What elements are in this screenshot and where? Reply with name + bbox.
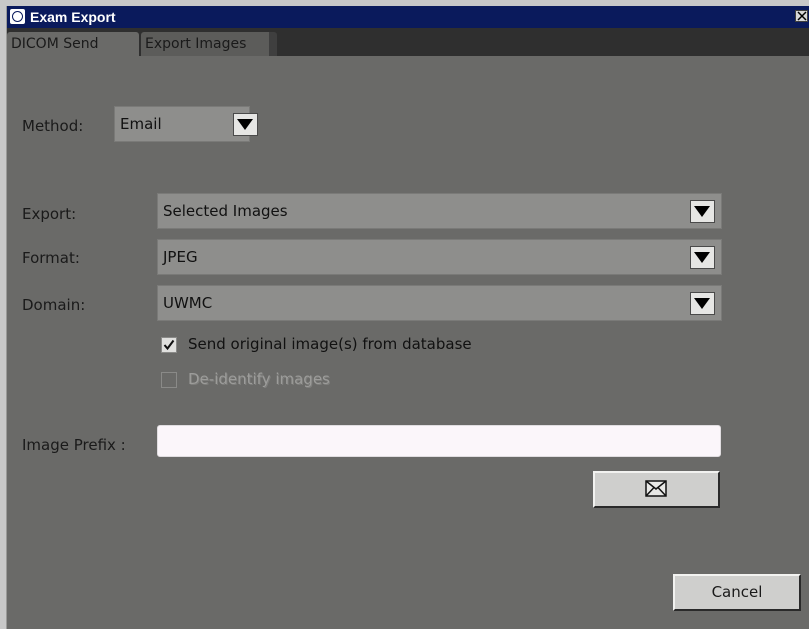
export-value: Selected Images — [163, 202, 288, 220]
dicom-send-panel: Method: Email Export: Selected Images Fo… — [7, 56, 809, 629]
chevron-down-icon — [694, 298, 710, 309]
format-dropdown-arrow[interactable] — [690, 246, 715, 269]
method-label: Method: — [22, 117, 84, 135]
exam-export-window: Exam Export DICOM Send Export Images Met… — [6, 6, 809, 629]
close-button[interactable] — [795, 10, 808, 22]
format-value: JPEG — [163, 248, 198, 266]
export-dropdown-arrow[interactable] — [690, 200, 715, 223]
tab-bar: DICOM Send Export Images — [7, 28, 809, 56]
close-icon — [797, 11, 807, 21]
chevron-down-icon — [694, 206, 710, 217]
deidentify-checkbox — [161, 372, 177, 388]
chevron-down-icon — [237, 119, 253, 130]
format-label: Format: — [22, 249, 80, 267]
cancel-button[interactable]: Cancel — [673, 574, 801, 611]
envelope-icon — [645, 480, 667, 497]
tab-export-images[interactable]: Export Images — [141, 32, 277, 56]
send-original-checkbox[interactable] — [161, 337, 177, 353]
method-dropdown-arrow[interactable] — [233, 113, 258, 136]
checkmark-icon — [163, 339, 175, 351]
chevron-down-icon — [694, 252, 710, 263]
image-prefix-input[interactable] — [157, 425, 721, 457]
method-dropdown[interactable]: Email — [114, 106, 258, 142]
format-dropdown[interactable]: JPEG — [157, 239, 722, 275]
deidentify-label: De-identify images — [188, 370, 330, 388]
title-bar[interactable]: Exam Export — [7, 6, 809, 28]
method-value: Email — [120, 115, 162, 133]
tab-dicom-send[interactable]: DICOM Send — [7, 32, 139, 56]
export-dropdown[interactable]: Selected Images — [157, 193, 722, 229]
domain-dropdown-arrow[interactable] — [690, 292, 715, 315]
ge-logo-icon — [10, 9, 25, 24]
domain-dropdown[interactable]: UWMC — [157, 285, 722, 321]
image-prefix-label: Image Prefix : — [22, 436, 126, 454]
send-email-button[interactable] — [593, 471, 720, 508]
export-label: Export: — [22, 205, 77, 223]
domain-label: Domain: — [22, 296, 86, 314]
window-title: Exam Export — [30, 9, 116, 25]
send-original-label[interactable]: Send original image(s) from database — [188, 335, 472, 353]
domain-value: UWMC — [163, 294, 213, 312]
